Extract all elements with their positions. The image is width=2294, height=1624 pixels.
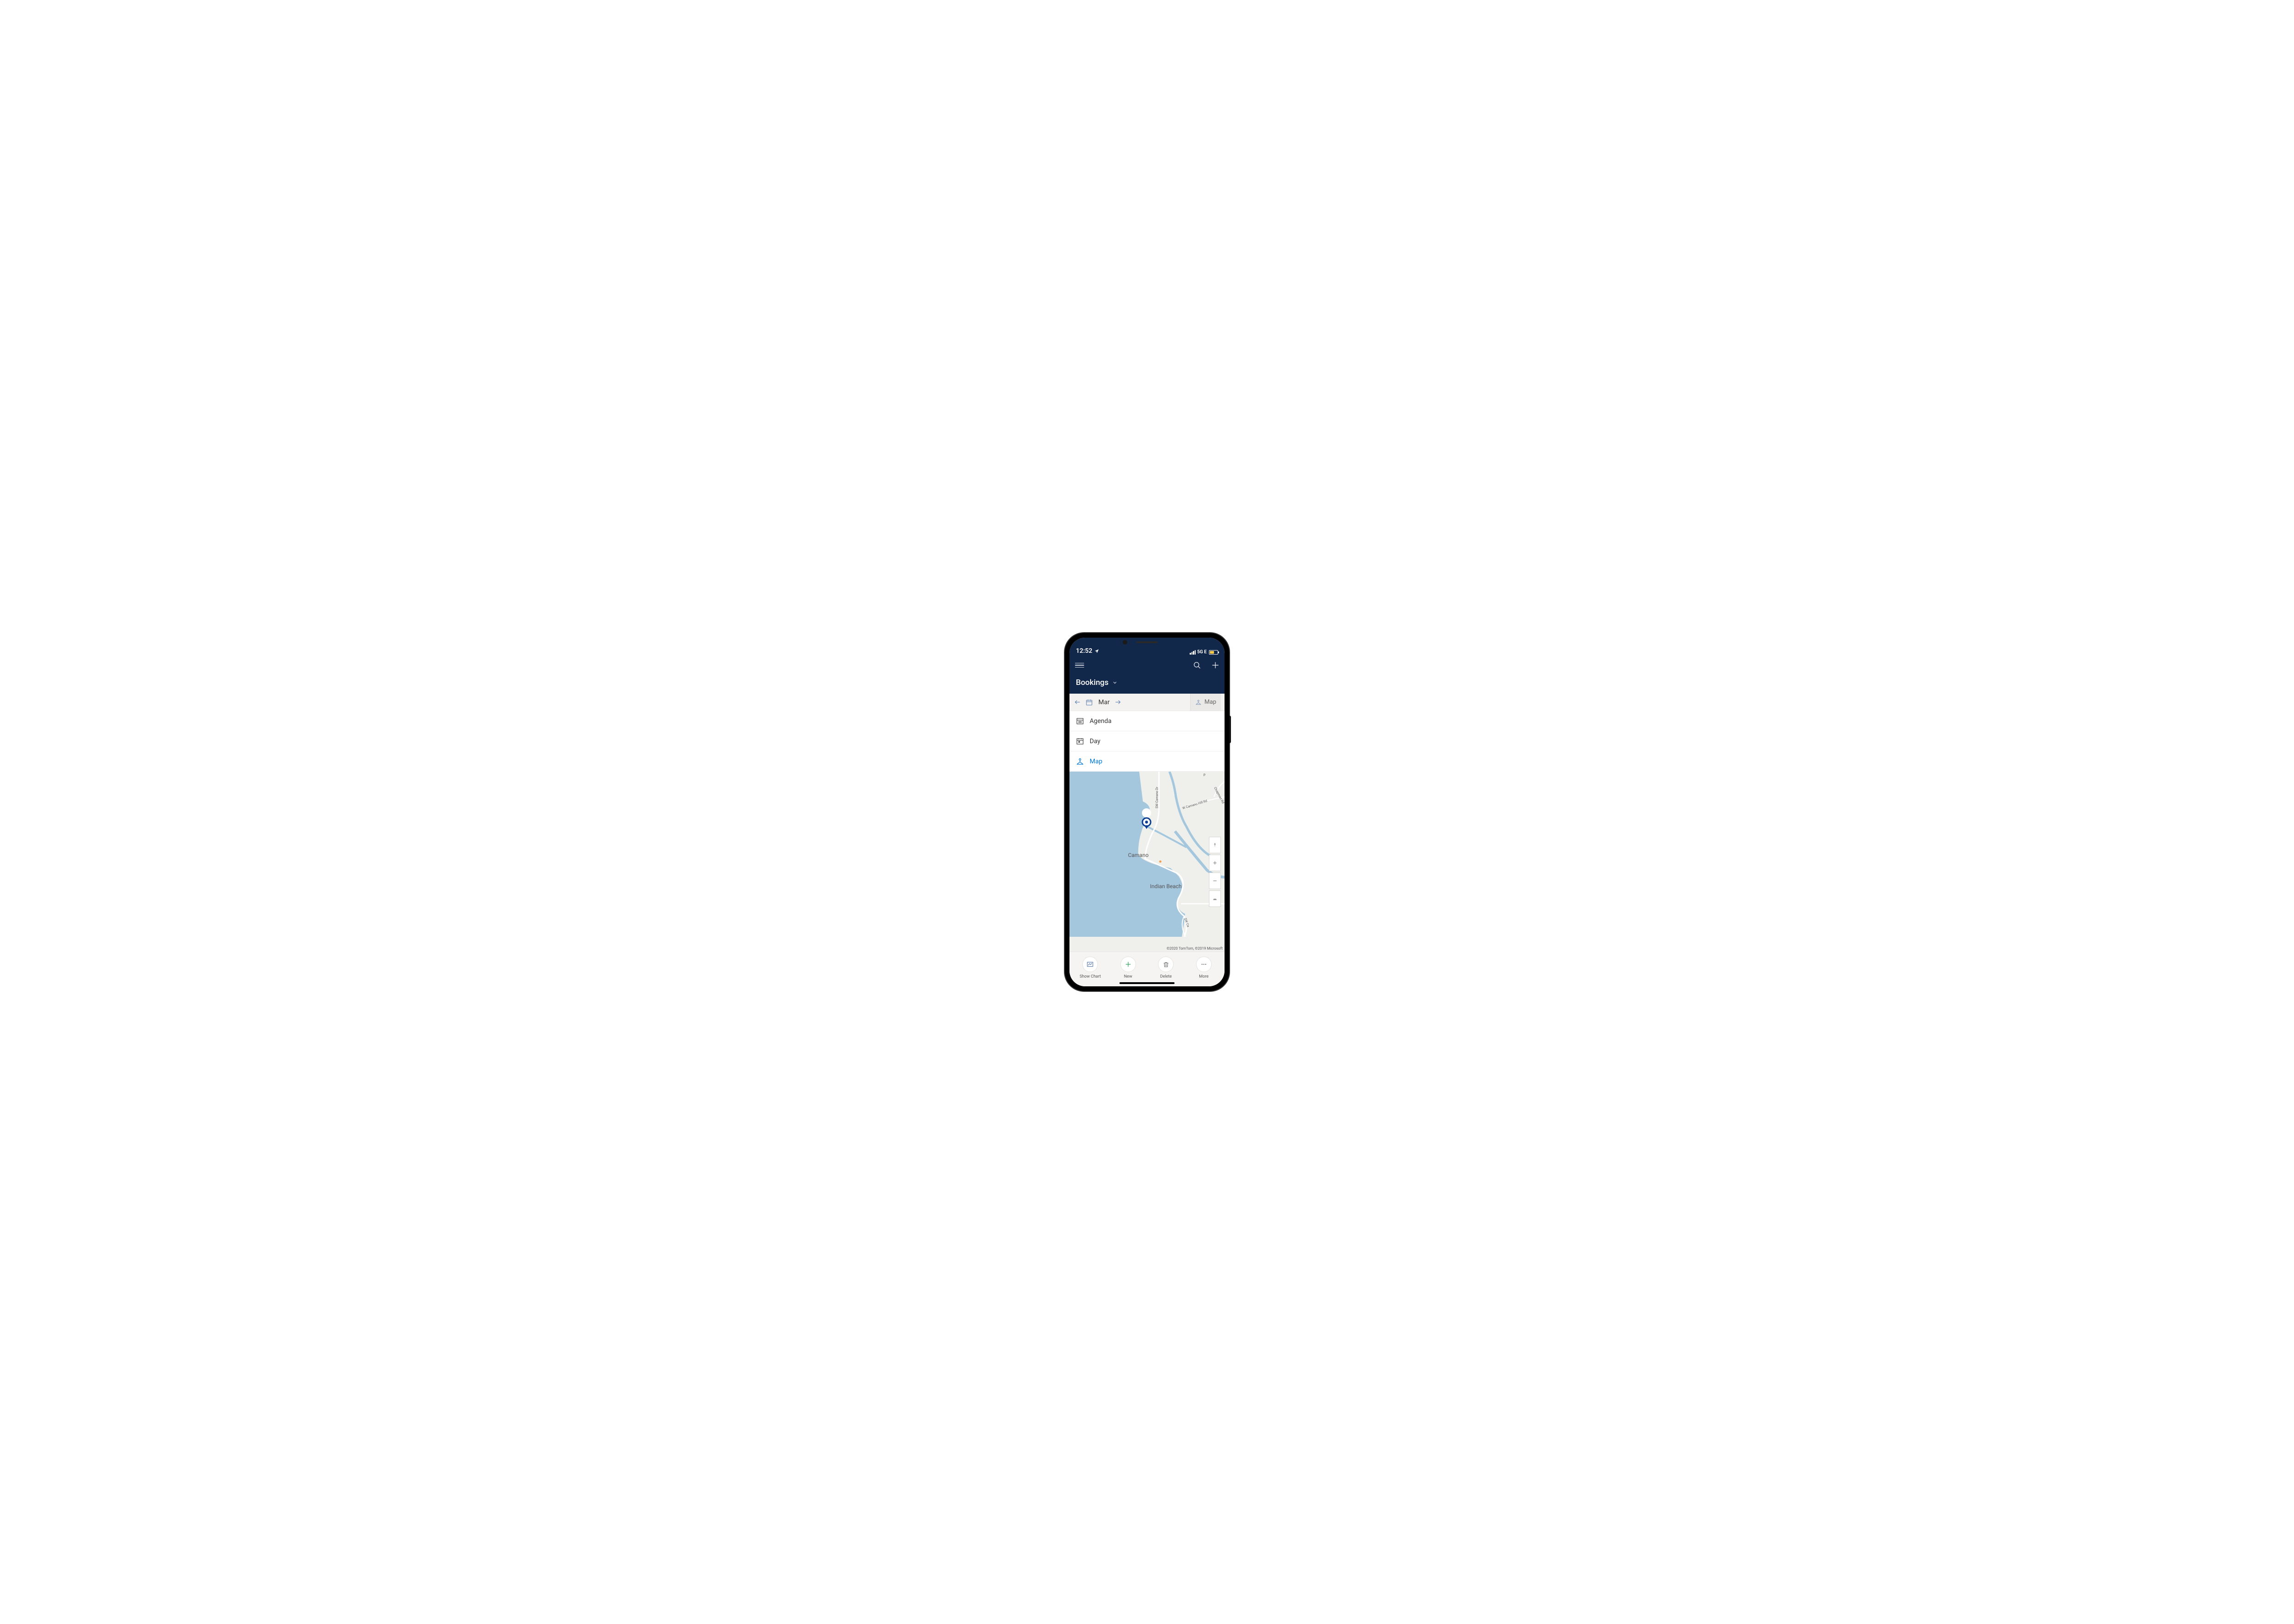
dropdown-item-label: Day <box>1090 738 1100 745</box>
map-person-icon <box>1076 757 1084 766</box>
network-label: 5G E <box>1197 650 1207 655</box>
dropdown-item-label: Agenda <box>1090 717 1112 725</box>
bottom-label: Delete <box>1160 974 1172 979</box>
signal-icon <box>1190 650 1196 655</box>
search-icon[interactable] <box>1193 661 1202 670</box>
map-canvas: SW Camano Dr W Camano Hill Rd Chapman Rd… <box>1069 772 1225 937</box>
header: Bookings <box>1069 656 1225 694</box>
status-right: 5G E <box>1190 650 1218 655</box>
menu-icon[interactable] <box>1075 663 1084 668</box>
map-attribution: ©2020 TomTom, ©2019 Microsoft <box>1167 946 1223 951</box>
add-icon[interactable] <box>1211 661 1220 670</box>
map-person-icon <box>1195 699 1202 706</box>
view-dropdown: Agenda Day Map <box>1069 711 1225 772</box>
trash-icon <box>1163 961 1169 968</box>
date-bar: Mar Map <box>1069 694 1225 711</box>
bottom-label: New <box>1124 974 1132 979</box>
locate-button[interactable] <box>1209 837 1221 853</box>
dropdown-agenda[interactable]: Agenda <box>1069 711 1225 731</box>
new-button[interactable]: New <box>1112 957 1144 979</box>
map-style-button[interactable] <box>1209 890 1221 907</box>
phone-side-button <box>1229 716 1231 743</box>
zoom-in-button[interactable]: + <box>1209 855 1221 871</box>
zoom-out-button[interactable]: − <box>1209 873 1221 889</box>
day-icon <box>1076 737 1084 745</box>
map-controls: + − <box>1209 837 1221 907</box>
header-title-row[interactable]: Bookings <box>1069 674 1225 694</box>
month-label[interactable]: Mar <box>1098 699 1110 706</box>
place-label: Indian Beach <box>1150 883 1182 890</box>
road-label: P <box>1203 773 1206 777</box>
phone-frame: 12:52 5G E Bookings <box>1065 633 1229 991</box>
dropdown-map[interactable]: Map <box>1069 751 1225 772</box>
home-indicator[interactable] <box>1119 982 1175 984</box>
view-toggle[interactable]: Map <box>1190 694 1221 711</box>
bottom-label: Show Chart <box>1080 974 1101 979</box>
bottom-bar: Show Chart New Delete More <box>1069 951 1225 986</box>
dropdown-day[interactable]: Day <box>1069 731 1225 751</box>
view-label: Map <box>1204 699 1216 706</box>
bottom-label: More <box>1199 974 1208 979</box>
location-arrow-icon <box>1094 649 1099 654</box>
status-left: 12:52 <box>1076 647 1099 655</box>
road-label: W Camano Hill Rd <box>1182 799 1208 810</box>
plus-icon <box>1125 961 1132 968</box>
map-area[interactable]: SW Camano Dr W Camano Hill Rd Chapman Rd… <box>1069 772 1225 951</box>
notch <box>1108 638 1186 647</box>
more-button[interactable]: More <box>1188 957 1220 979</box>
calendar-icon[interactable] <box>1086 699 1093 706</box>
speaker <box>1136 641 1158 643</box>
header-top <box>1069 656 1225 674</box>
delete-button[interactable]: Delete <box>1150 957 1182 979</box>
front-camera <box>1123 640 1127 645</box>
status-time: 12:52 <box>1076 647 1092 655</box>
next-month-button[interactable] <box>1114 699 1121 706</box>
place-label: Camano <box>1128 852 1149 858</box>
page-title: Bookings <box>1076 678 1108 687</box>
screen: 12:52 5G E Bookings <box>1069 638 1225 986</box>
road-label: SW Ca <box>1183 918 1190 928</box>
prev-month-button[interactable] <box>1074 699 1081 706</box>
battery-icon <box>1209 650 1218 655</box>
more-icon <box>1200 961 1208 968</box>
chart-icon <box>1086 961 1094 968</box>
road-label: SW Camano Dr <box>1155 786 1159 808</box>
show-chart-button[interactable]: Show Chart <box>1074 957 1106 979</box>
chevron-down-icon <box>1112 680 1118 685</box>
agenda-icon <box>1076 717 1084 725</box>
dropdown-item-label: Map <box>1090 758 1102 765</box>
